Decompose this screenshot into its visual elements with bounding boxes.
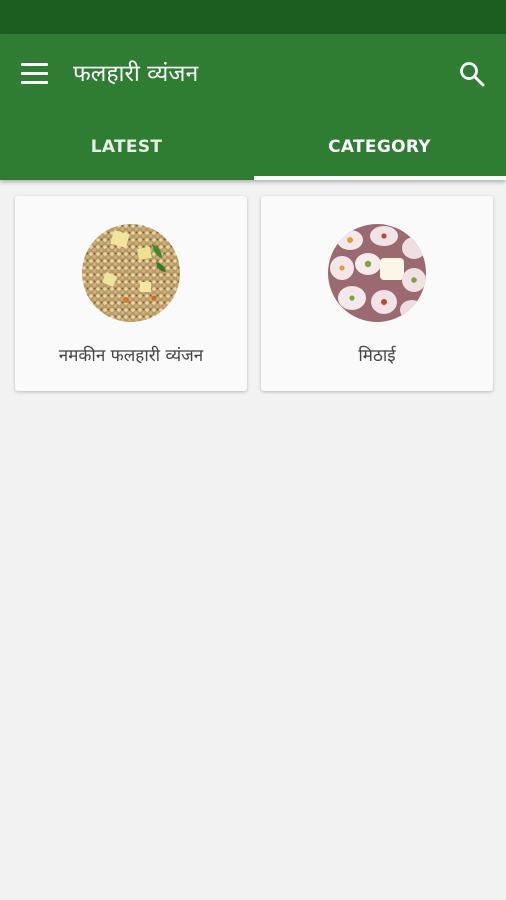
app-bar: फलहारी व्यंजन LATEST CATEGORY [0,34,506,180]
category-label-mithai: मिठाई [358,346,396,366]
tab-latest[interactable]: LATEST [0,114,253,180]
category-card-namkeen[interactable]: नमकीन फलहारी व्यंजन [15,196,247,391]
page-title: फलहारी व्यंजन [73,61,199,87]
tab-indicator [254,176,506,180]
search-icon [460,62,485,87]
tab-bar: LATEST CATEGORY [0,114,506,180]
menu-button[interactable] [14,54,54,94]
search-button[interactable] [452,54,492,94]
status-bar [0,0,506,34]
category-image-namkeen [82,224,180,322]
category-image-mithai [328,224,426,322]
category-label-namkeen: नमकीन फलहारी व्यंजन [58,346,204,366]
toolbar: फलहारी व्यंजन [0,34,506,114]
tab-category[interactable]: CATEGORY [253,114,506,180]
category-card-mithai[interactable]: मिठाई [261,196,493,391]
